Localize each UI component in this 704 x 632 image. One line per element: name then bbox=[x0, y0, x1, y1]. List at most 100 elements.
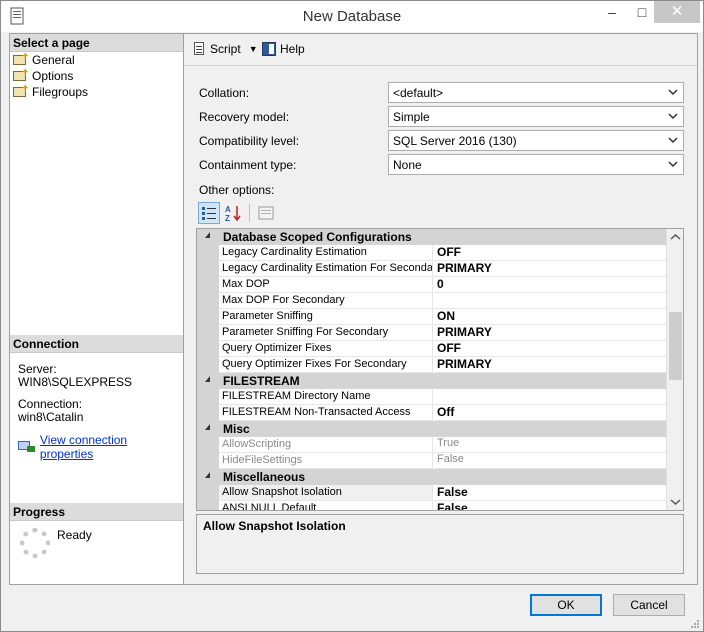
property-value[interactable]: False bbox=[434, 501, 666, 510]
row-gutter bbox=[197, 389, 219, 405]
page-item-filegroups[interactable]: ✦ Filegroups bbox=[13, 83, 89, 100]
row-gutter bbox=[197, 277, 219, 293]
property-row[interactable]: Legacy Cardinality Estimation OFF bbox=[197, 245, 666, 261]
script-label: Script bbox=[210, 42, 241, 56]
help-book-icon bbox=[262, 42, 276, 56]
alphabetical-view-button[interactable]: A Z bbox=[222, 202, 244, 224]
scroll-up-icon[interactable] bbox=[667, 229, 683, 246]
cancel-button[interactable]: Cancel bbox=[613, 594, 685, 616]
close-button[interactable]: ✕ bbox=[654, 1, 700, 23]
row-gutter bbox=[197, 453, 219, 469]
property-name: Parameter Sniffing For Secondary bbox=[219, 325, 433, 341]
svg-text:A: A bbox=[225, 205, 231, 214]
property-value[interactable]: 0 bbox=[434, 277, 666, 293]
property-row[interactable]: AllowScripting True bbox=[197, 437, 666, 453]
server-value: WIN8\SQLEXPRESS bbox=[18, 375, 133, 389]
category-row[interactable]: Miscellaneous bbox=[197, 469, 666, 485]
category-row[interactable]: Misc bbox=[197, 421, 666, 437]
vertical-scrollbar[interactable] bbox=[666, 229, 683, 510]
property-value[interactable]: False bbox=[434, 485, 666, 501]
property-row[interactable]: Max DOP For Secondary bbox=[197, 293, 666, 309]
property-grid-toolbar: A Z bbox=[198, 202, 279, 224]
categorized-view-button[interactable] bbox=[198, 202, 220, 224]
property-row[interactable]: FILESTREAM Directory Name bbox=[197, 389, 666, 405]
row-gutter bbox=[197, 245, 219, 261]
property-value[interactable] bbox=[434, 389, 666, 405]
property-row[interactable]: FILESTREAM Non-Transacted Access Off bbox=[197, 405, 666, 421]
property-row[interactable]: HideFileSettings False bbox=[197, 453, 666, 469]
help-label: Help bbox=[280, 42, 305, 56]
scrollbar-thumb[interactable] bbox=[669, 312, 682, 380]
property-row[interactable]: Parameter Sniffing ON bbox=[197, 309, 666, 325]
select-page-header: Select a page bbox=[10, 34, 183, 52]
category-label: FILESTREAM bbox=[223, 374, 300, 388]
property-row[interactable]: Parameter Sniffing For Secondary PRIMARY bbox=[197, 325, 666, 341]
property-row[interactable]: Allow Snapshot Isolation False bbox=[197, 485, 666, 501]
title-bar: New Database – □ ✕ bbox=[1, 1, 703, 32]
page-item-general[interactable]: ✦ General bbox=[13, 51, 75, 68]
page-item-label: Filegroups bbox=[32, 85, 89, 99]
property-value[interactable]: PRIMARY bbox=[434, 261, 666, 277]
chevron-down-icon bbox=[667, 108, 679, 125]
sort-alphabetical-icon: A Z bbox=[225, 205, 241, 223]
property-name: Legacy Cardinality Estimation bbox=[219, 245, 433, 261]
property-row[interactable]: Legacy Cardinality Estimation For Second… bbox=[197, 261, 666, 277]
view-connection-properties-link[interactable]: View connection properties bbox=[18, 433, 183, 461]
left-panel: Select a page ✦ General ✦ Options ✦ File… bbox=[9, 33, 184, 585]
scroll-down-icon[interactable] bbox=[667, 493, 683, 510]
collapse-toggle-icon[interactable] bbox=[205, 424, 210, 430]
connection-value: win8\Catalin bbox=[18, 410, 84, 424]
collation-select[interactable]: <default> bbox=[388, 82, 684, 103]
property-value[interactable]: PRIMARY bbox=[434, 325, 666, 341]
script-icon bbox=[192, 42, 206, 56]
recovery-model-select[interactable]: Simple bbox=[388, 106, 684, 127]
row-gutter bbox=[197, 309, 219, 325]
chevron-down-icon bbox=[667, 84, 679, 101]
property-row[interactable]: Max DOP 0 bbox=[197, 277, 666, 293]
property-value[interactable]: True bbox=[434, 437, 666, 453]
chevron-down-icon bbox=[667, 156, 679, 173]
page-wrench-icon: ✦ bbox=[13, 51, 29, 67]
right-panel: Script ▼ Help Collation: <default> Recov… bbox=[184, 33, 698, 585]
property-row[interactable]: Query Optimizer Fixes OFF bbox=[197, 341, 666, 357]
property-row[interactable]: Query Optimizer Fixes For Secondary PRIMA… bbox=[197, 357, 666, 373]
property-value[interactable]: Off bbox=[434, 405, 666, 421]
categorized-icon bbox=[202, 207, 216, 220]
property-value[interactable]: OFF bbox=[434, 341, 666, 357]
property-value[interactable]: PRIMARY bbox=[434, 357, 666, 373]
spinner-icon bbox=[20, 528, 50, 558]
containment-type-select[interactable]: None bbox=[388, 154, 684, 175]
category-label: Database Scoped Configurations bbox=[223, 230, 412, 244]
connection-header: Connection bbox=[10, 335, 183, 353]
page-item-label: Options bbox=[32, 69, 74, 83]
collapse-toggle-icon[interactable] bbox=[205, 376, 210, 382]
category-row[interactable]: Database Scoped Configurations bbox=[197, 229, 666, 245]
resize-grip-icon[interactable] bbox=[690, 618, 700, 628]
page-item-options[interactable]: ✦ Options bbox=[13, 67, 74, 84]
ok-button[interactable]: OK bbox=[530, 594, 602, 616]
chevron-down-icon bbox=[667, 132, 679, 149]
property-name: Parameter Sniffing bbox=[219, 309, 433, 325]
chevron-down-icon[interactable]: ▼ bbox=[249, 44, 258, 54]
containment-type-label: Containment type: bbox=[199, 158, 297, 172]
property-name: AllowScripting bbox=[219, 437, 433, 453]
description-pane: Allow Snapshot Isolation bbox=[196, 514, 684, 574]
property-value[interactable]: False bbox=[434, 453, 666, 469]
property-row[interactable]: ANSI NULL Default False bbox=[197, 501, 666, 510]
property-name: Allow Snapshot Isolation bbox=[219, 485, 433, 501]
script-button[interactable]: Script ▼ bbox=[192, 42, 258, 56]
property-value[interactable]: OFF bbox=[434, 245, 666, 261]
category-row[interactable]: FILESTREAM bbox=[197, 373, 666, 389]
help-button[interactable]: Help bbox=[262, 42, 305, 56]
collapse-toggle-icon[interactable] bbox=[205, 472, 210, 478]
new-database-dialog: New Database – □ ✕ Select a page ✦ Gener… bbox=[0, 0, 704, 632]
minimize-button[interactable]: – bbox=[597, 1, 627, 23]
maximize-button[interactable]: □ bbox=[627, 1, 657, 23]
property-pages-button[interactable] bbox=[255, 202, 277, 224]
toolbar-divider bbox=[249, 204, 250, 222]
property-value[interactable] bbox=[434, 293, 666, 309]
collapse-toggle-icon[interactable] bbox=[205, 232, 210, 238]
compatibility-level-select[interactable]: SQL Server 2016 (130) bbox=[388, 130, 684, 151]
property-value[interactable]: ON bbox=[434, 309, 666, 325]
property-name: FILESTREAM Directory Name bbox=[219, 389, 433, 405]
